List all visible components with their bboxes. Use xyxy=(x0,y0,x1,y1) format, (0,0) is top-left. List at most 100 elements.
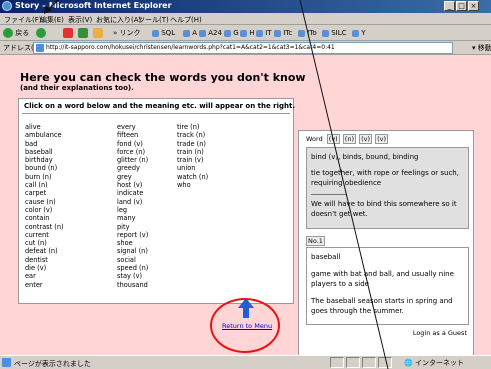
link-it[interactable]: IT xyxy=(256,27,272,39)
status-segment xyxy=(330,357,344,368)
word-item[interactable]: train (v) xyxy=(177,156,208,164)
word-item[interactable]: glitter (n) xyxy=(117,156,148,164)
page-icon xyxy=(152,29,159,37)
menu-favorites[interactable]: お気に入り(A) xyxy=(96,15,141,25)
word-item[interactable]: cut (n) xyxy=(25,239,64,247)
word-item[interactable]: trade (n) xyxy=(177,140,208,148)
menu-tools[interactable]: ツール(T) xyxy=(138,15,169,25)
definition-panel: Word (v) (n) (v) (v) bind (v), binds, bo… xyxy=(298,130,474,355)
forward-button[interactable] xyxy=(36,27,46,39)
menu-edit[interactable]: 編集(E) xyxy=(40,15,64,25)
word-item[interactable]: color (v) xyxy=(25,206,64,214)
menu-file[interactable]: ファイル(F) xyxy=(4,15,42,25)
word-item[interactable]: contrast (n) xyxy=(25,223,64,231)
word-item[interactable]: union xyxy=(177,164,208,172)
word-item[interactable]: host (v) xyxy=(117,181,148,189)
word-item[interactable]: indicate xyxy=(117,189,148,197)
word-item[interactable]: defeat (n) xyxy=(25,247,64,255)
page-icon xyxy=(183,29,190,37)
maximize-button[interactable]: □ xyxy=(456,1,467,11)
page-done-icon xyxy=(2,358,11,367)
word-item[interactable]: who xyxy=(177,181,208,189)
example-box: baseball game with bat and ball, and usu… xyxy=(306,247,469,325)
status-text: ページが表示されました xyxy=(14,360,91,368)
word-item[interactable]: current xyxy=(25,231,64,239)
word-item[interactable]: contain xyxy=(25,214,64,222)
word-item[interactable]: thousand xyxy=(117,281,148,289)
status-segment xyxy=(362,357,376,368)
word-item[interactable]: ear xyxy=(25,272,64,280)
word-item[interactable]: cause (n) xyxy=(25,198,64,206)
word-item[interactable]: land (v) xyxy=(117,198,148,206)
word-example: We will have to bind this somewhere so i… xyxy=(311,200,457,218)
link-h[interactable]: H xyxy=(240,27,255,39)
minimize-button[interactable]: _ xyxy=(444,1,455,11)
address-input[interactable]: http://it-sapporo.com/hokusei/christense… xyxy=(33,42,453,54)
menu-view[interactable]: 表示(V) xyxy=(68,15,92,25)
word-item[interactable]: call (n) xyxy=(25,181,64,189)
link-y[interactable]: Y xyxy=(352,27,366,39)
link-itc[interactable]: ITc xyxy=(274,27,292,39)
stop-button[interactable] xyxy=(63,27,73,39)
close-button[interactable]: × xyxy=(468,1,479,11)
word-item[interactable]: speed (n) xyxy=(117,264,148,272)
word-item[interactable]: ambulance xyxy=(25,131,64,139)
word-item[interactable]: many xyxy=(117,214,148,222)
word-item[interactable]: report (v) xyxy=(117,231,148,239)
word-item[interactable]: pity xyxy=(117,223,148,231)
word-item[interactable]: track (n) xyxy=(177,131,208,139)
word-item[interactable]: force (n) xyxy=(117,148,148,156)
word-item[interactable]: every xyxy=(117,123,148,131)
word-item[interactable]: watch (n) xyxy=(177,173,208,181)
tab-form-1[interactable]: (v) xyxy=(326,134,340,144)
go-button[interactable]: ▾ 移動 xyxy=(472,43,491,53)
word-item[interactable]: tire (n) xyxy=(177,123,208,131)
word-item[interactable]: signal (n) xyxy=(117,247,148,255)
word-item[interactable]: bad xyxy=(25,140,64,148)
word-item[interactable]: die (v) xyxy=(25,264,64,272)
word-item[interactable]: enter xyxy=(25,281,64,289)
divider xyxy=(22,113,290,114)
word-item[interactable]: carpet xyxy=(25,189,64,197)
link-silc[interactable]: SILC xyxy=(322,27,347,39)
word-item[interactable]: greedy xyxy=(117,164,148,172)
tab-form-4[interactable]: (v) xyxy=(375,134,388,144)
status-bar: ページが表示されました 🌐 インターネット xyxy=(0,355,491,369)
back-arrow-icon xyxy=(3,28,13,38)
divider xyxy=(311,194,347,195)
word-forms: bind (v), binds, bound, binding xyxy=(311,153,419,161)
link-sql[interactable]: SQL xyxy=(152,27,175,39)
word-item[interactable]: social xyxy=(117,256,148,264)
tab-form-3[interactable]: (v) xyxy=(359,134,372,144)
link-ito[interactable]: ITo xyxy=(298,27,317,39)
word-item[interactable]: grey xyxy=(117,173,148,181)
page-heading: Here you can check the words you don't k… xyxy=(20,71,306,84)
page-content: Here you can check the words you don't k… xyxy=(0,55,491,355)
link-a24[interactable]: A24 xyxy=(199,27,222,39)
tab-form-2[interactable]: (n) xyxy=(342,134,356,144)
word-item[interactable]: baseball xyxy=(25,148,64,156)
refresh-button[interactable] xyxy=(78,27,88,39)
word-column-2: every fifteen fond (v) force (n) glitter (n)… xyxy=(117,123,148,289)
link-g[interactable]: G xyxy=(224,27,239,39)
example-word: baseball xyxy=(311,253,341,261)
word-item[interactable]: dentist xyxy=(25,256,64,264)
page-icon xyxy=(274,29,281,37)
link-a[interactable]: A xyxy=(183,27,197,39)
word-item[interactable]: alive xyxy=(25,123,64,131)
word-item[interactable]: leg xyxy=(117,206,148,214)
word-item[interactable]: birthday xyxy=(25,156,64,164)
menu-help[interactable]: ヘルプ(H) xyxy=(170,15,202,25)
word-item[interactable]: burn (n) xyxy=(25,173,64,181)
word-tabs-label: Word xyxy=(306,135,323,143)
back-button[interactable]: 戻る xyxy=(3,27,29,39)
word-column-3: tire (n) track (n) trade (n) train (n) train… xyxy=(177,123,208,189)
word-item[interactable]: fond (v) xyxy=(117,140,148,148)
word-item[interactable]: bound (n) xyxy=(25,164,64,172)
word-item[interactable]: shoe xyxy=(117,239,148,247)
home-button[interactable] xyxy=(93,27,103,39)
word-item[interactable]: train (n) xyxy=(177,148,208,156)
word-item[interactable]: stay (v) xyxy=(117,272,148,280)
word-form-tabs: Word (v) (n) (v) (v) xyxy=(305,134,388,144)
word-item[interactable]: fifteen xyxy=(117,131,148,139)
